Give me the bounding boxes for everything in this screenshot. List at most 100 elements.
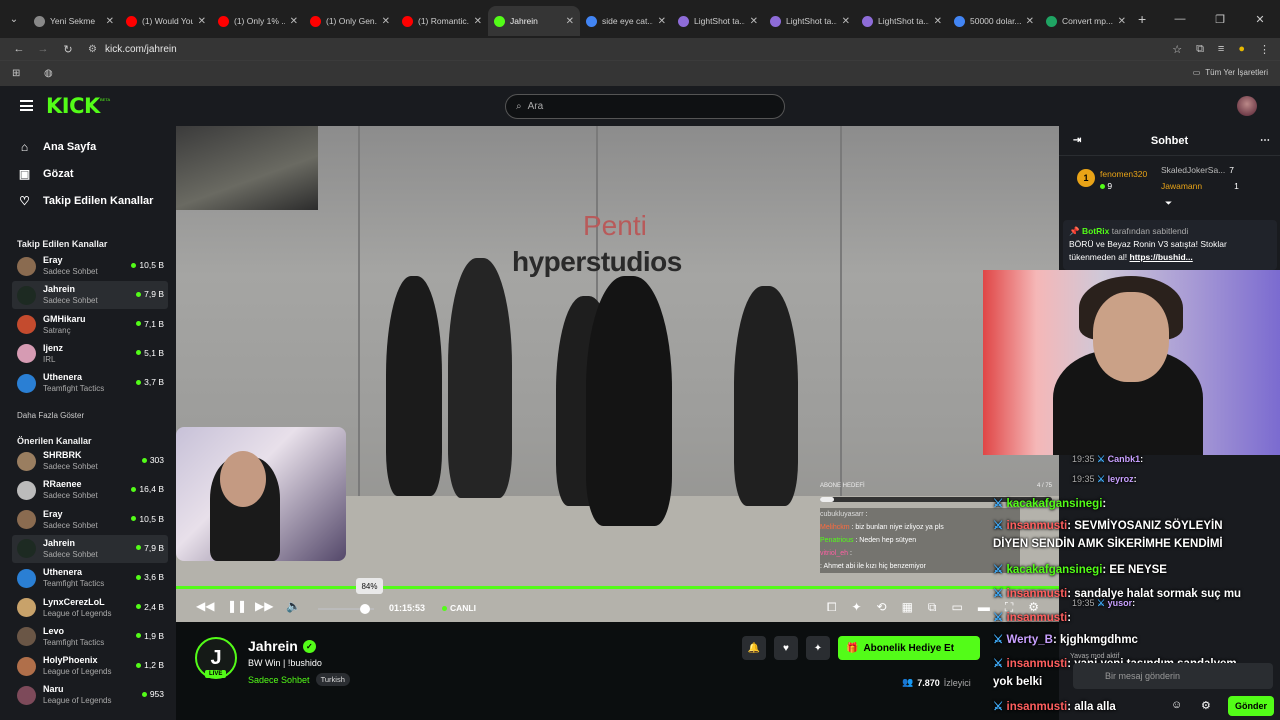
minimize-icon[interactable]: — [1160, 13, 1200, 25]
browser-tab[interactable]: Yeni Sekme ✕ [28, 6, 120, 36]
notification-bell-icon[interactable]: 🔔 [742, 636, 766, 660]
chat-username[interactable]: insanmusti [1007, 588, 1068, 600]
pause-icon[interactable]: ❚❚ [227, 599, 247, 613]
sidebar-channel[interactable]: Jahrein Sadece Sohbet 7,9 B [12, 281, 168, 310]
tab-close-icon[interactable]: ✕ [1026, 16, 1034, 27]
sidebar-channel[interactable]: RRaenee Sadece Sohbet 16,4 B [12, 476, 168, 504]
collapse-chat-icon[interactable]: ⇥ [1073, 135, 1081, 146]
tab-close-icon[interactable]: ✕ [750, 16, 758, 27]
tab-close-icon[interactable]: ✕ [198, 16, 206, 27]
stream-category[interactable]: Sadece Sohbet [248, 675, 310, 685]
chat-username[interactable]: leyroz [1108, 474, 1134, 484]
sidebar-nav-2[interactable]: ♡ Takip Edilen Kanallar [18, 194, 178, 208]
back-icon[interactable]: ← [8, 43, 30, 55]
chat-username[interactable]: insanmusti [1007, 658, 1068, 670]
volume-slider[interactable] [318, 604, 374, 614]
chat-options-icon[interactable]: ⋯ [1260, 135, 1270, 146]
tab-close-icon[interactable]: ✕ [106, 16, 114, 27]
apps-icon[interactable]: ⊞ [12, 68, 20, 79]
chat-message[interactable]: ⚔ kacakafgansinegi: [993, 496, 1106, 510]
theater-icon[interactable]: ▬ [978, 600, 990, 615]
pinned-message[interactable]: 📌 BotRix tarafından sabitlendi BÖRÜ ve B… [1063, 220, 1277, 270]
chat-message[interactable]: ⚔ Werty_B: kjghkmgdhmc [993, 632, 1138, 646]
tab-close-icon[interactable]: ✕ [934, 16, 942, 27]
chat-message[interactable]: yok belki [993, 676, 1042, 688]
emote-icon[interactable]: ☺ [1171, 699, 1182, 711]
chat-message[interactable]: ⚔ kacakafgansinegi: EE NEYSE [993, 562, 1167, 576]
chat-username[interactable]: insanmusti [1007, 612, 1068, 624]
expand-leaderboard-icon[interactable]: ⏷ [1165, 198, 1172, 209]
tab-close-icon[interactable]: ✕ [382, 16, 390, 27]
sidebar-channel[interactable]: Naru League of Legends 953 [12, 681, 168, 709]
pinned-link[interactable]: https://bushid... [1130, 252, 1193, 262]
chat-message[interactable]: ⚔ insanmusti: SEVMİYOSANIZ SÖYLEYİN [993, 518, 1223, 532]
chat-username[interactable]: Canbk1 [1108, 454, 1141, 464]
chat-username[interactable]: kacakafgansinegi [1007, 564, 1103, 576]
browser-tab[interactable]: LightShot ta... ✕ [764, 6, 856, 36]
tab-close-icon[interactable]: ✕ [290, 16, 298, 27]
media-icon[interactable]: ≡ [1218, 43, 1224, 55]
all-bookmarks[interactable]: ▭ Tüm Yer İşaretleri [1193, 68, 1268, 77]
tab-close-icon[interactable]: ✕ [842, 16, 850, 27]
channel-name[interactable]: Jahrein [248, 638, 298, 654]
url-field[interactable]: ⚙ kick.com/jahrein [88, 38, 1168, 60]
reload-icon[interactable]: ↻ [57, 43, 79, 56]
pip-icon[interactable]: ⧉ [928, 600, 937, 615]
leader-3-name[interactable]: Jawamann [1161, 180, 1202, 192]
sidebar-channel[interactable]: LynxCerezLoL League of Legends 2,4 B [12, 594, 168, 622]
volume-icon[interactable]: 🔈 [286, 599, 301, 613]
chat-message[interactable]: DİYEN SENDİN AMK SİKERİMHE KENDİMİ [993, 538, 1223, 550]
chat-message[interactable]: 19:35 ⚔ yusor: [1072, 598, 1135, 609]
chat-username[interactable]: insanmusti [1007, 520, 1068, 532]
search-input[interactable]: ⌕ Ara [505, 94, 785, 119]
sidebar-channel[interactable]: Jahrein Sadece Sohbet 7,9 B [12, 534, 168, 563]
replay-icon[interactable]: ⟲ [877, 600, 887, 615]
browser-tab[interactable]: 50000 dolar... ✕ [948, 6, 1040, 36]
leader-2-name[interactable]: SkaledJokerSa... [1161, 164, 1225, 176]
browser-tab[interactable]: side eye cat... ✕ [580, 6, 672, 36]
chat-username[interactable]: Werty_B [1007, 634, 1053, 646]
sidebar-channel[interactable]: Ijenz IRL 5,1 B [12, 340, 168, 368]
send-button[interactable]: Gönder [1228, 696, 1274, 716]
sidebar-channel[interactable]: Levo Teamfight Tactics 1,9 B [12, 623, 168, 651]
sidebar-channel[interactable]: Eray Sadece Sohbet 10,5 B [12, 506, 168, 534]
sidebar-channel[interactable]: GMHikaru Satranç 7,1 B [12, 311, 168, 339]
chat-settings-icon[interactable]: ⚙ [1201, 699, 1211, 712]
browser-tab[interactable]: (1) Would You... ✕ [120, 6, 212, 36]
sidebar-channel[interactable]: Uthenera Teamfight Tactics 3,7 B [12, 369, 168, 397]
kick-logo[interactable]: KICK [46, 94, 100, 118]
layout-icon[interactable]: ▦ [902, 600, 913, 615]
browser-tab[interactable]: LightShot ta... ✕ [856, 6, 948, 36]
browser-tab[interactable]: (1) Only Gen... ✕ [304, 6, 396, 36]
cast-icon[interactable]: ▭ [951, 600, 962, 615]
star-icon[interactable]: ☆ [1172, 43, 1182, 56]
sidebar-channel[interactable]: Uthenera Teamfight Tactics 3,6 B [12, 564, 168, 592]
video-progress-bar[interactable] [176, 586, 1059, 589]
browser-tab[interactable]: Convert mp... ✕ [1040, 6, 1132, 36]
leader-1-name[interactable]: fenomen320 [1100, 168, 1147, 180]
profile-icon[interactable]: ● [1238, 43, 1245, 55]
tab-close-icon[interactable]: ✕ [658, 16, 666, 27]
new-tab-button[interactable]: + [1138, 11, 1146, 27]
sidebar-channel[interactable]: SHRBRK Sadece Sohbet 303 [12, 447, 168, 475]
clip-icon[interactable]: ⧠ [827, 600, 837, 615]
language-tag[interactable]: Turkish [315, 673, 350, 686]
sidebar-channel[interactable]: HolyPhoenix League of Legends 1,2 B [12, 652, 168, 680]
tab-search-chevron-icon[interactable]: ⌄ [0, 14, 28, 25]
tab-close-icon[interactable]: ✕ [474, 16, 482, 27]
chat-username[interactable]: kacakafgansinegi [1007, 498, 1103, 510]
site-info-icon[interactable]: ⚙ [88, 44, 97, 55]
user-avatar[interactable] [1237, 96, 1257, 116]
sidebar-channel[interactable]: Eray Sadece Sohbet 10,5 B [12, 252, 168, 280]
tab-close-icon[interactable]: ✕ [1118, 16, 1126, 27]
follow-heart-icon[interactable]: ♥ [774, 636, 798, 660]
chat-username[interactable]: yusor [1108, 598, 1133, 608]
close-icon[interactable]: ✕ [1240, 13, 1280, 26]
forward-icon-player[interactable]: ▶▶ [255, 599, 273, 613]
sidebar-nav-0[interactable]: ⌂ Ana Sayfa [18, 140, 178, 154]
forward-icon[interactable]: → [32, 43, 54, 55]
browser-tab[interactable]: Jahrein ✕ [488, 6, 580, 36]
browser-tab[interactable]: LightShot ta... ✕ [672, 6, 764, 36]
browser-tab[interactable]: (1) Romantic... ✕ [396, 6, 488, 36]
maximize-icon[interactable]: ❐ [1200, 13, 1240, 26]
